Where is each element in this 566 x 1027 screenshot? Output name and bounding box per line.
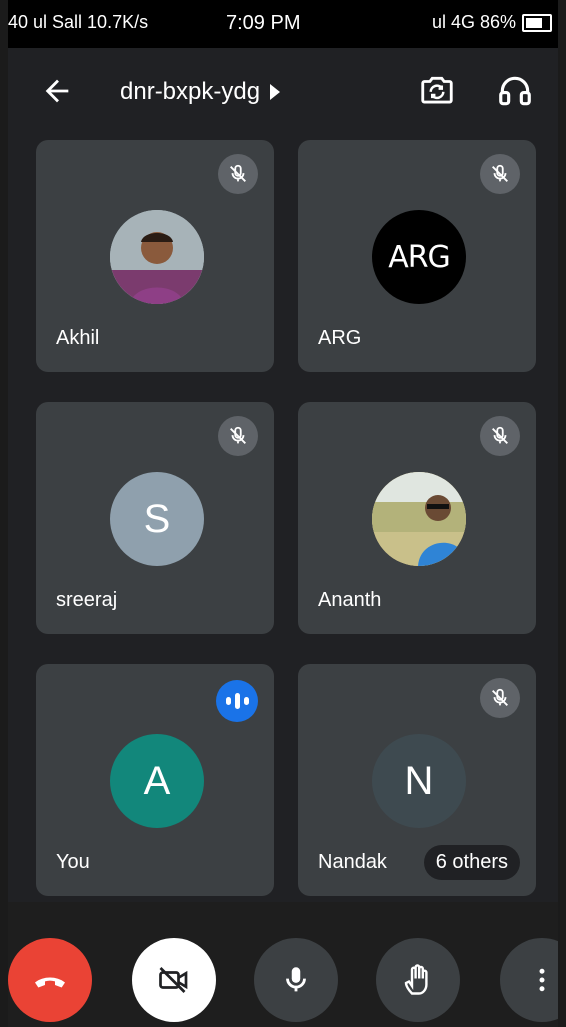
more-options-button[interactable] [500, 938, 558, 1022]
call-controls [8, 902, 558, 1027]
status-right-text: ul 4G 86% [431, 12, 516, 32]
participant-name: Ananth [318, 589, 382, 611]
participant-name: Akhil [56, 327, 100, 349]
avatar-initial-letter: A [143, 758, 171, 803]
status-left-text: 40 ul Sall 10.7K/s [8, 12, 149, 32]
more-vert-icon [539, 968, 545, 992]
participant-tile-others[interactable]: N Nandak 6 others [298, 664, 536, 896]
status-time: 7:09 PM [226, 12, 301, 34]
microphone-toggle-button[interactable] [254, 938, 338, 1022]
camera-off-icon [159, 967, 188, 993]
avatar-initial: S [110, 472, 204, 566]
battery-icon [522, 13, 552, 32]
status-right: ul 4G 86% [432, 12, 552, 33]
avatar-logo: ARG [372, 210, 466, 304]
meeting-code-button[interactable]: dnr-bxpk-ydg [120, 78, 281, 106]
avatar [372, 472, 466, 566]
participant-tile[interactable]: Akhil [36, 140, 274, 372]
microphone-icon [286, 967, 306, 992]
status-left: 40 ul Sall 10.7K/s [8, 12, 148, 33]
end-call-button[interactable] [8, 938, 92, 1022]
headphones-icon[interactable] [496, 72, 534, 110]
mic-off-icon [480, 678, 520, 718]
avatar-initial: A [110, 734, 204, 828]
avatar [110, 210, 204, 304]
raise-hand-icon [404, 964, 428, 995]
avatar-initial: N [372, 734, 466, 828]
mic-off-icon [218, 154, 258, 194]
app-bar: dnr-bxpk-ydg [8, 48, 558, 138]
avatar-logo-text: ARG [388, 239, 451, 275]
avatar-photo [110, 210, 204, 304]
participant-tile-self[interactable]: A You [36, 664, 274, 896]
raise-hand-button[interactable] [376, 938, 460, 1022]
avatar-initial-letter: S [143, 496, 171, 541]
mic-off-icon [480, 154, 520, 194]
mic-off-icon [480, 416, 520, 456]
participant-name: ARG [318, 327, 362, 349]
participant-tile[interactable]: Ananth [298, 402, 536, 634]
participant-name: You [56, 851, 90, 873]
participant-name: Nandak [318, 851, 387, 873]
meet-call-screen: 40 ul Sall 10.7K/s 7:09 PM ul 4G 86% dnr… [8, 0, 558, 1027]
status-bar: 40 ul Sall 10.7K/s 7:09 PM ul 4G 86% [8, 0, 558, 48]
avatar-photo [372, 472, 466, 566]
arrow-left-icon[interactable] [40, 74, 74, 108]
phone-hangup-icon [35, 977, 65, 988]
others-count-chip[interactable]: 6 others [423, 845, 520, 880]
participant-tile[interactable]: S sreeraj [36, 402, 274, 634]
mic-off-icon [218, 416, 258, 456]
speaking-indicator-icon [216, 680, 258, 722]
participant-name: sreeraj [56, 589, 118, 611]
camera-switch-icon[interactable] [418, 72, 456, 110]
avatar-initial-letter: N [404, 758, 434, 803]
camera-toggle-button[interactable] [132, 938, 216, 1022]
participant-tile[interactable]: ARG ARG [298, 140, 536, 372]
meeting-code: dnr-bxpk-ydg [120, 78, 261, 105]
caret-right-icon [270, 84, 281, 100]
